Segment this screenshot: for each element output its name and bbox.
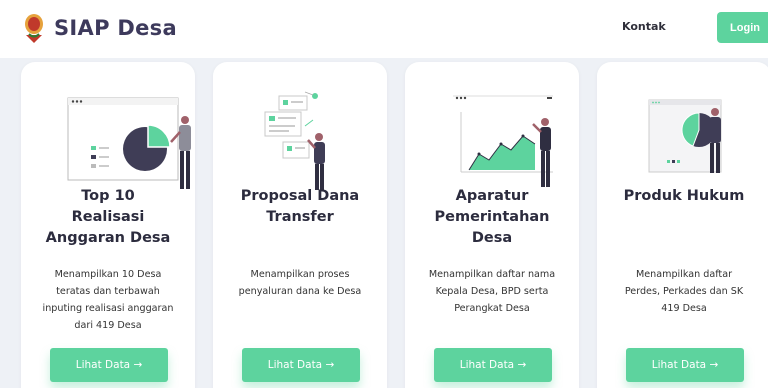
card-produk-hukum: Produk Hukum Menampilkan daftar Perdes, … (597, 62, 768, 388)
navbar: SIAP Desa Kontak Login (0, 0, 768, 58)
card-title: Top 10 Realisasi Anggaran Desa (45, 188, 171, 246)
document-transfer-icon (264, 91, 325, 190)
card-description: Menampilkan daftar Perdes, Perkades dan … (624, 269, 744, 314)
login-button[interactable]: Login (717, 12, 768, 43)
village-emblem-icon (25, 14, 43, 43)
pie-chart-presentation-icon (67, 97, 191, 189)
card-description: Menampilkan daftar nama Kepala Desa, BPD… (428, 269, 556, 314)
lihat-data-button[interactable]: Lihat Data → (626, 348, 744, 382)
card-description: Menampilkan 10 Desa teratas dan terbawah… (42, 269, 174, 331)
card-title: Proposal Dana Transfer (240, 188, 360, 225)
pie-chart-board-icon (648, 99, 722, 173)
card-proposal-dana: Proposal Dana Transfer Menampilkan prose… (213, 62, 387, 388)
lihat-data-button[interactable]: Lihat Data → (50, 348, 168, 382)
card-description: Menampilkan proses penyaluran dana ke De… (238, 269, 362, 297)
area-chart-presentation-icon (453, 95, 553, 187)
brand-name: SIAP Desa (54, 16, 177, 40)
card-title: Aparatur Pemerintahan Desa (434, 188, 550, 246)
lihat-data-button[interactable]: Lihat Data → (242, 348, 360, 382)
card-top10-realisasi: Top 10 Realisasi Anggaran Desa Menampilk… (21, 62, 195, 388)
lihat-data-button[interactable]: Lihat Data → (434, 348, 552, 382)
card-title: Produk Hukum (623, 188, 745, 204)
nav-kontak-link[interactable]: Kontak (622, 20, 666, 33)
brand-logo[interactable]: SIAP Desa (22, 13, 177, 43)
card-aparatur-pemerintahan: Aparatur Pemerintahan Desa Menampilkan d… (405, 62, 579, 388)
